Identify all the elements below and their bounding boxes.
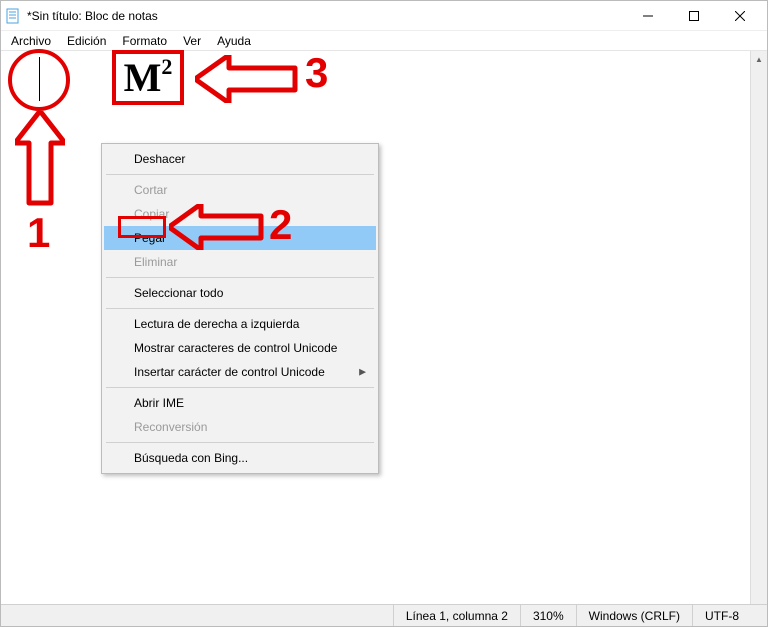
ctx-seleccionar-todo[interactable]: Seleccionar todo — [104, 281, 376, 305]
maximize-button[interactable] — [671, 1, 717, 31]
annotation-m2-sup: 2 — [161, 54, 172, 79]
annotation-label-1: 1 — [27, 209, 50, 257]
ctx-separator — [106, 308, 374, 309]
status-spacer — [1, 605, 394, 626]
menu-archivo[interactable]: Archivo — [3, 32, 59, 50]
statusbar: Línea 1, columna 2 310% Windows (CRLF) U… — [1, 604, 767, 626]
annotation-arrow-2 — [169, 204, 265, 253]
ctx-deshacer[interactable]: Deshacer — [104, 147, 376, 171]
ctx-rtl[interactable]: Lectura de derecha a izquierda — [104, 312, 376, 336]
ctx-abrir-ime[interactable]: Abrir IME — [104, 391, 376, 415]
annotation-m2-m: M — [124, 55, 162, 100]
window-title: *Sin título: Bloc de notas — [27, 9, 625, 23]
annotation-label-3: 3 — [305, 49, 328, 97]
ctx-mostrar-unicode[interactable]: Mostrar caracteres de control Unicode — [104, 336, 376, 360]
ctx-separator — [106, 387, 374, 388]
annotation-m2-text: M2 — [124, 58, 173, 98]
menubar: Archivo Edición Formato Ver Ayuda — [1, 31, 767, 51]
status-encoding: UTF-8 — [693, 605, 767, 626]
status-zoom: 310% — [521, 605, 577, 626]
menu-formato[interactable]: Formato — [114, 32, 175, 50]
chevron-right-icon: ▶ — [359, 367, 366, 378]
status-line-ending: Windows (CRLF) — [577, 605, 693, 626]
ctx-eliminar[interactable]: Eliminar — [104, 250, 376, 274]
ctx-bing[interactable]: Búsqueda con Bing... — [104, 446, 376, 470]
vertical-scrollbar[interactable]: ▲ — [750, 51, 767, 604]
ctx-reconversion[interactable]: Reconversión — [104, 415, 376, 439]
ctx-insertar-unicode[interactable]: Insertar carácter de control Unicode ▶ — [104, 360, 376, 384]
menu-edicion[interactable]: Edición — [59, 32, 114, 50]
annotation-arrow-3 — [195, 55, 301, 106]
titlebar: *Sin título: Bloc de notas — [1, 1, 767, 31]
window-controls — [625, 1, 763, 31]
status-position: Línea 1, columna 2 — [394, 605, 521, 626]
annotation-label-2: 2 — [269, 201, 292, 249]
scroll-up-icon[interactable]: ▲ — [751, 51, 767, 68]
annotation-box-pegar — [118, 216, 166, 238]
annotation-arrow-1 — [15, 111, 65, 214]
menu-ayuda[interactable]: Ayuda — [209, 32, 259, 50]
annotation-box-m2: M2 — [112, 50, 184, 105]
notepad-icon — [5, 8, 21, 24]
context-menu: Deshacer Cortar Copiar Pegar Eliminar Se… — [101, 143, 379, 474]
annotation-circle-1 — [8, 49, 70, 111]
ctx-separator — [106, 442, 374, 443]
ctx-separator — [106, 174, 374, 175]
minimize-button[interactable] — [625, 1, 671, 31]
menu-ver[interactable]: Ver — [175, 32, 209, 50]
ctx-separator — [106, 277, 374, 278]
ctx-cortar[interactable]: Cortar — [104, 178, 376, 202]
ctx-insertar-unicode-label: Insertar carácter de control Unicode — [134, 365, 325, 379]
close-button[interactable] — [717, 1, 763, 31]
